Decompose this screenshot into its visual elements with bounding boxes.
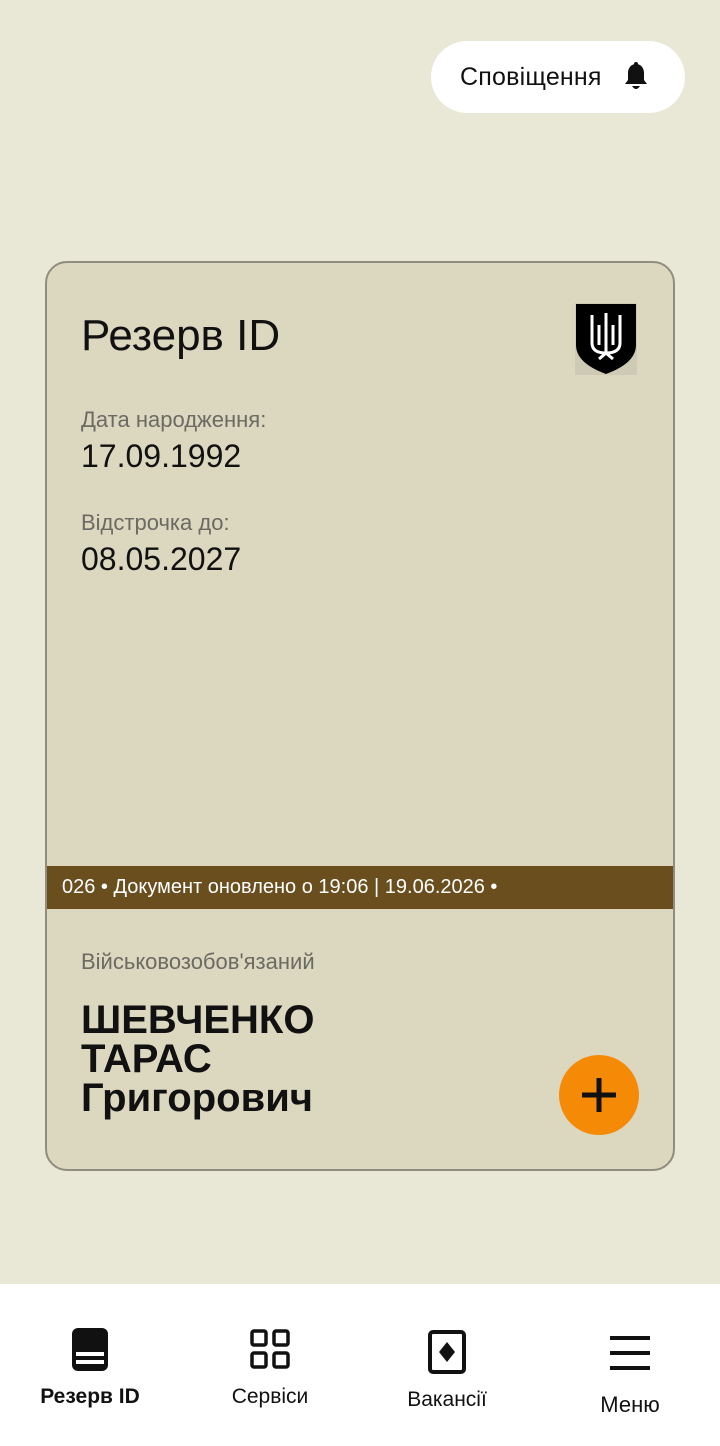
nav-item-reserve-id[interactable]: Резерв ID bbox=[0, 1284, 180, 1446]
military-status: Військовозобов'язаний bbox=[81, 949, 315, 974]
nav-item-menu[interactable]: Меню bbox=[540, 1284, 720, 1446]
notifications-button[interactable]: Сповіщення bbox=[431, 41, 685, 113]
vacancy-icon bbox=[428, 1330, 466, 1374]
nav-label-services: Сервіси bbox=[231, 1385, 309, 1408]
trident-shield-icon bbox=[575, 303, 637, 375]
nav-label-vacancies: Вакансії bbox=[407, 1388, 487, 1411]
grid-icon bbox=[250, 1329, 290, 1369]
notifications-label: Сповіщення bbox=[460, 62, 602, 91]
update-ticker: 026 • Документ оновлено о 19:06 | 19.06.… bbox=[47, 866, 673, 909]
deferment-value: 08.05.2027 bbox=[81, 541, 242, 577]
plus-icon bbox=[582, 1078, 616, 1112]
given-name: ТАРАС bbox=[81, 1037, 212, 1081]
nav-label-reserve-id: Резерв ID bbox=[40, 1385, 140, 1408]
birth-date-value: 17.09.1992 bbox=[81, 438, 242, 474]
add-button[interactable] bbox=[559, 1055, 639, 1135]
reserve-id-card[interactable]: Резерв ID Дата народження: 17.09.1992 Ві… bbox=[45, 261, 675, 1171]
nav-item-services[interactable]: Сервіси bbox=[180, 1284, 360, 1446]
nav-label-menu: Меню bbox=[600, 1392, 660, 1417]
bell-icon bbox=[624, 62, 647, 89]
menu-icon bbox=[610, 1336, 650, 1370]
card-title: Резерв ID bbox=[81, 311, 281, 360]
surname: ШЕВЧЕНКО bbox=[81, 998, 315, 1042]
document-icon bbox=[72, 1328, 108, 1371]
ticker-text: 026 • Документ оновлено о 19:06 | 19.06.… bbox=[62, 876, 498, 898]
birth-date-label: Дата народження: bbox=[81, 407, 267, 432]
patronymic: Григорович bbox=[81, 1076, 314, 1120]
bottom-navigation: Резерв ID Сервіси Вакансії Меню bbox=[0, 1284, 720, 1446]
deferment-label: Відстрочка до: bbox=[81, 510, 230, 535]
nav-item-vacancies[interactable]: Вакансії bbox=[357, 1284, 537, 1446]
